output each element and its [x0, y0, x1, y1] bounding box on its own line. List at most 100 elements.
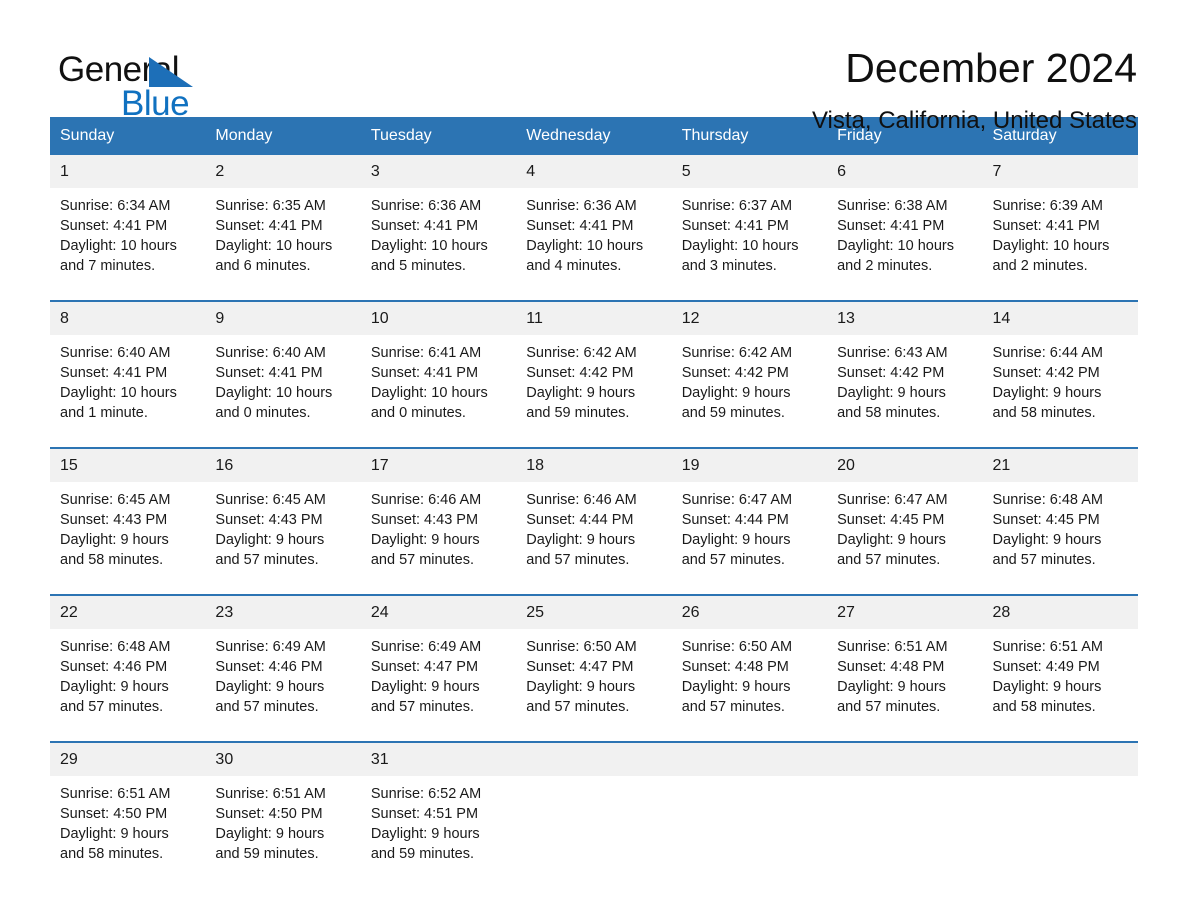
day-detail-line: and 57 minutes.	[992, 552, 1096, 568]
day-number-7[interactable]: 7	[983, 155, 1138, 188]
day-cell-11[interactable]: Sunrise: 6:42 AM Sunset: 4:42 PM Daylight:…	[516, 335, 671, 447]
day-number-29[interactable]: 29	[50, 743, 205, 776]
day-number-26[interactable]: 26	[672, 596, 827, 629]
day-number-13[interactable]: 13	[827, 302, 982, 335]
logo-text-blue: Blue	[121, 84, 190, 123]
day-number-2[interactable]: 2	[205, 155, 360, 188]
day-detail-line: Sunrise: 6:48 AM	[992, 492, 1103, 508]
day-number-16[interactable]: 16	[205, 449, 360, 482]
day-cell-7[interactable]: Sunrise: 6:39 AM Sunset: 4:41 PM Daylight:…	[983, 188, 1138, 300]
day-detail-line: Sunset: 4:48 PM	[681, 659, 789, 675]
day-detail-line: Sunrise: 6:42 AM	[526, 345, 637, 361]
day-cell-18[interactable]: Sunrise: 6:46 AM Sunset: 4:44 PM Daylight:…	[516, 482, 671, 594]
day-number-15[interactable]: 15	[50, 449, 205, 482]
day-number-28[interactable]: 28	[983, 596, 1138, 629]
day-number-1[interactable]: 1	[50, 155, 205, 188]
day-cell-25[interactable]: Sunrise: 6:50 AM Sunset: 4:47 PM Daylight:…	[516, 629, 671, 741]
day-detail-line: Sunrise: 6:34 AM	[60, 198, 171, 214]
day-cell-20[interactable]: Sunrise: 6:47 AM Sunset: 4:45 PM Daylight:…	[827, 482, 982, 594]
general-blue-logo[interactable]: General Blue	[50, 44, 250, 122]
day-detail-line: Sunrise: 6:51 AM	[215, 786, 326, 802]
day-number-22[interactable]: 22	[50, 596, 205, 629]
weekday-header-wednesday: Wednesday	[526, 127, 611, 144]
day-number-12[interactable]: 12	[672, 302, 827, 335]
day-cell-22[interactable]: Sunrise: 6:48 AM Sunset: 4:46 PM Daylight:…	[50, 629, 205, 741]
day-detail-line: Sunset: 4:47 PM	[370, 659, 479, 675]
day-detail-line: Sunset: 4:47 PM	[526, 659, 634, 675]
day-cell-4[interactable]: Sunrise: 6:36 AM Sunset: 4:41 PM Daylight:…	[516, 188, 671, 300]
day-detail-line: Sunset: 4:50 PM	[60, 806, 168, 822]
day-number-27[interactable]: 27	[827, 596, 982, 629]
day-detail-line: Daylight: 9 hours	[60, 532, 169, 548]
day-detail-line: Daylight: 10 hours	[370, 385, 488, 401]
day-number-25[interactable]: 25	[516, 596, 671, 629]
day-detail-line: Sunset: 4:41 PM	[370, 218, 479, 234]
week-daynumber-band: 29 30 31	[50, 743, 1138, 776]
day-detail-line: Daylight: 9 hours	[526, 532, 636, 548]
day-number-6[interactable]: 6	[827, 155, 982, 188]
day-cell-14[interactable]: Sunrise: 6:44 AM Sunset: 4:42 PM Daylight:…	[983, 335, 1138, 447]
day-cell-23[interactable]: Sunrise: 6:49 AM Sunset: 4:46 PM Daylight:…	[205, 629, 360, 741]
day-detail-line: Sunset: 4:45 PM	[992, 512, 1100, 528]
week-daynumber-band: 22 23 24 25 26 27 28	[50, 596, 1138, 629]
day-number-31[interactable]: 31	[361, 743, 516, 776]
day-cell-16[interactable]: Sunrise: 6:45 AM Sunset: 4:43 PM Daylight:…	[205, 482, 360, 594]
day-number-20[interactable]: 20	[827, 449, 982, 482]
day-number-8[interactable]: 8	[50, 302, 205, 335]
page-header: General Blue December 2024 Vista, Califo…	[50, 0, 1138, 134]
day-detail-line: and 1 minute.	[60, 405, 148, 421]
day-cell-27[interactable]: Sunrise: 6:51 AM Sunset: 4:48 PM Daylight:…	[827, 629, 982, 741]
week-detail-band: Sunrise: 6:48 AM Sunset: 4:46 PM Daylight:…	[50, 629, 1138, 741]
week-daynumber-band: 1234567	[50, 155, 1138, 188]
day-number-18[interactable]: 18	[516, 449, 671, 482]
day-number-5[interactable]: 5	[672, 155, 827, 188]
day-cell-10[interactable]: Sunrise: 6:41 AM Sunset: 4:41 PM Daylight:…	[361, 335, 516, 447]
day-detail-line: and 58 minutes.	[60, 552, 164, 568]
day-cell-6[interactable]: Sunrise: 6:38 AM Sunset: 4:41 PM Daylight:…	[827, 188, 982, 300]
day-cell-9[interactable]: Sunrise: 6:40 AM Sunset: 4:41 PM Daylight:…	[205, 335, 360, 447]
day-number-24[interactable]: 24	[361, 596, 516, 629]
day-number-11[interactable]: 11	[516, 302, 671, 335]
day-detail-line: Sunrise: 6:45 AM	[215, 492, 326, 508]
day-number-9[interactable]: 9	[205, 302, 360, 335]
day-number-3[interactable]: 3	[361, 155, 516, 188]
day-number-17[interactable]: 17	[361, 449, 516, 482]
day-number-30[interactable]: 30	[205, 743, 360, 776]
day-number-14[interactable]: 14	[983, 302, 1138, 335]
day-cell-12[interactable]: Sunrise: 6:42 AM Sunset: 4:42 PM Daylight:…	[672, 335, 827, 447]
day-number-10[interactable]: 10	[361, 302, 516, 335]
day-detail-line: and 58 minutes.	[992, 699, 1096, 715]
day-number-19[interactable]: 19	[672, 449, 827, 482]
day-number-21[interactable]: 21	[983, 449, 1138, 482]
day-detail-line: and 6 minutes.	[215, 258, 311, 274]
day-detail-line: Sunset: 4:42 PM	[526, 365, 634, 381]
day-cell-28[interactable]: Sunrise: 6:51 AM Sunset: 4:49 PM Daylight:…	[983, 629, 1138, 741]
day-detail-line: Daylight: 9 hours	[681, 532, 791, 548]
day-detail-line: and 59 minutes.	[681, 405, 785, 421]
day-cell-17[interactable]: Sunrise: 6:46 AM Sunset: 4:43 PM Daylight:…	[361, 482, 516, 594]
day-detail-line: Sunrise: 6:42 AM	[681, 345, 793, 361]
day-cell-3[interactable]: Sunrise: 6:36 AM Sunset: 4:41 PM Daylight:…	[361, 188, 516, 300]
day-cell-31[interactable]: Sunrise: 6:52 AM Sunset: 4:51 PM Daylight:…	[361, 776, 516, 888]
day-cell-19[interactable]: Sunrise: 6:47 AM Sunset: 4:44 PM Daylight:…	[672, 482, 827, 594]
day-cell-21[interactable]: Sunrise: 6:48 AM Sunset: 4:45 PM Daylight:…	[983, 482, 1138, 594]
day-number-23[interactable]: 23	[205, 596, 360, 629]
day-detail-line: Sunrise: 6:36 AM	[370, 198, 482, 214]
day-detail-line: Sunrise: 6:46 AM	[526, 492, 637, 508]
day-detail-line: Sunset: 4:44 PM	[526, 512, 634, 528]
day-cell-1[interactable]: Sunrise: 6:34 AM Sunset: 4:41 PM Daylight:…	[50, 188, 205, 300]
day-cell-30[interactable]: Sunrise: 6:51 AM Sunset: 4:50 PM Daylight:…	[205, 776, 360, 888]
day-cell-13[interactable]: Sunrise: 6:43 AM Sunset: 4:42 PM Daylight:…	[827, 335, 982, 447]
day-cell-26[interactable]: Sunrise: 6:50 AM Sunset: 4:48 PM Daylight:…	[672, 629, 827, 741]
day-cell-2[interactable]: Sunrise: 6:35 AM Sunset: 4:41 PM Daylight:…	[205, 188, 360, 300]
day-cell-15[interactable]: Sunrise: 6:45 AM Sunset: 4:43 PM Daylight:…	[50, 482, 205, 594]
day-number-4[interactable]: 4	[516, 155, 671, 188]
day-detail-line: Daylight: 9 hours	[837, 532, 946, 548]
day-detail-line: Sunrise: 6:51 AM	[60, 786, 171, 802]
day-cell-8[interactable]: Sunrise: 6:40 AM Sunset: 4:41 PM Daylight:…	[50, 335, 205, 447]
day-cell-5[interactable]: Sunrise: 6:37 AM Sunset: 4:41 PM Daylight:…	[672, 188, 827, 300]
day-cell-29[interactable]: Sunrise: 6:51 AM Sunset: 4:50 PM Daylight:…	[50, 776, 205, 888]
day-detail-line: Daylight: 9 hours	[526, 385, 636, 401]
day-detail-line: Daylight: 10 hours	[60, 385, 177, 401]
day-cell-24[interactable]: Sunrise: 6:49 AM Sunset: 4:47 PM Daylight:…	[361, 629, 516, 741]
